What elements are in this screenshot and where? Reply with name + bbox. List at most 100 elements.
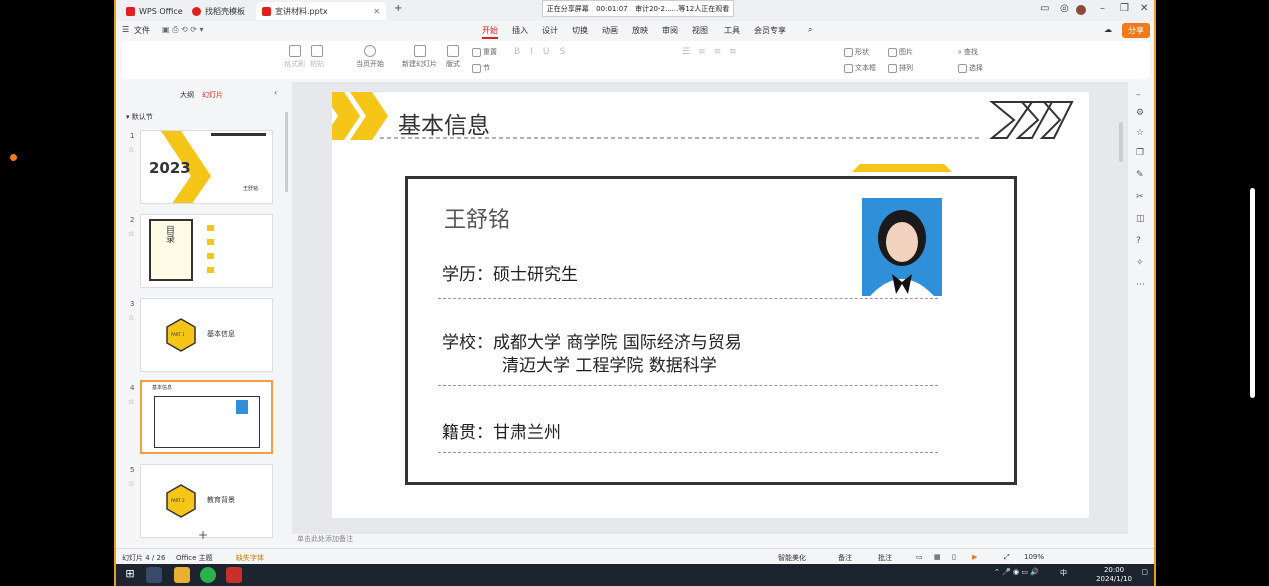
panel-scrollbar[interactable] [285,112,288,192]
notes-area[interactable]: 单击此处添加备注 [292,534,1130,548]
align-right-icon[interactable]: ≡ [729,47,743,57]
menu-item-design[interactable]: 设计 [542,25,558,36]
italic-icon[interactable]: I [530,47,541,57]
paste-button[interactable]: 粘贴 [310,45,324,69]
format-painter-icon [288,45,301,57]
quick-access-icons[interactable]: ▣ ⎙ ⟲ ⟳ ▾ [162,25,204,35]
layout-button[interactable]: 版式 [446,45,460,69]
from-current-button[interactable]: 当页开始 [356,45,384,69]
wechat-icon[interactable] [200,567,216,583]
slide-4-photo [236,400,248,414]
minimize-icon[interactable]: – [1100,3,1105,14]
menu-item-member[interactable]: 会员专享 [754,25,786,36]
app-icon[interactable] [146,567,162,583]
pin-icon[interactable]: ✧ [1136,258,1144,268]
properties-icon[interactable]: ⚙ [1136,108,1144,118]
tab-template[interactable]: 找稻壳模板 [186,2,251,20]
restore-icon[interactable]: ❐ [1120,3,1129,14]
minus-icon[interactable]: – [1136,90,1141,100]
menu-item-view[interactable]: 视图 [692,25,708,36]
slide-thumbnail-2[interactable]: 目录 [140,214,273,288]
canvas-scrollbar[interactable] [1119,122,1123,162]
reset-button[interactable]: 重置 [472,47,497,57]
notes-button[interactable]: 备注 [838,553,852,563]
section-header[interactable]: ▾ 默认节 [126,112,153,122]
menu-hamburger-icon[interactable]: ☰ [122,25,129,34]
comment-icon[interactable]: ☁ [1104,25,1112,34]
menu-item-home[interactable]: 开始 [482,25,498,39]
copy-icon[interactable]: ❐ [1136,148,1144,158]
more-icon[interactable]: ⋯ [1136,280,1145,290]
skin-icon[interactable]: ◎ [1060,3,1069,14]
textbox-button[interactable]: 文本框 [844,63,876,73]
bold-icon[interactable]: B [514,47,528,57]
missing-font[interactable]: 缺失字体 [236,553,264,563]
tab-wps-office[interactable]: WPS Office [120,2,189,20]
arrange-button[interactable]: 排列 [888,63,913,73]
tools-icon[interactable]: ✂ [1136,192,1144,202]
zoom-level[interactable]: 109% [1024,553,1044,561]
align-center-icon[interactable]: ≡ [714,47,728,57]
normal-view-icon[interactable]: ▭ [916,553,923,561]
star-icon[interactable]: ☆ [128,146,134,154]
slide-thumbnail-4[interactable]: 基本信息 [140,380,273,454]
fit-icon[interactable]: ⤢ [1004,553,1010,562]
reading-view-icon[interactable]: ▯ [952,553,956,561]
select-button[interactable]: 选择 [958,63,983,73]
beautify-button[interactable]: 智能美化 [778,553,806,563]
collapse-panel-icon[interactable]: ‹ [274,88,277,97]
sorter-view-icon[interactable]: ▦ [934,553,941,561]
current-slide[interactable]: 基本信息 王舒铭 学历：硕士研究生 学校：成都大学 商学院 国际经济与贸易 清迈… [332,92,1089,518]
windows-start-icon[interactable]: ⊞ [122,567,138,583]
menu-item-review[interactable]: 审阅 [662,25,678,36]
slide-thumbnail-1[interactable]: 2023 王舒铭 [140,130,273,204]
star-icon[interactable]: ☆ [128,314,134,322]
tab-slides[interactable]: 幻灯片 [202,90,223,100]
device-scrollbar[interactable] [1250,188,1255,398]
shape-button[interactable]: 形状 [844,47,869,57]
book-icon[interactable]: ◫ [1136,214,1145,224]
theme-name[interactable]: Office 主题 [176,553,213,563]
format-painter-button[interactable]: 格式刷 [284,45,305,69]
notification-icon[interactable]: ▢ [1141,568,1148,576]
menu-item-animation[interactable]: 动画 [602,25,618,36]
magic-icon[interactable]: ✎ [1136,170,1144,180]
search-icon[interactable]: ⌕ [808,25,812,35]
menu-item-insert[interactable]: 插入 [512,25,528,36]
star-icon[interactable]: ☆ [128,398,134,406]
underline-icon[interactable]: U [543,47,558,57]
layout-icon[interactable]: ▭ [1040,3,1049,14]
play-slideshow-icon[interactable]: ▶ [972,553,977,561]
menu-item-tools[interactable]: 工具 [724,25,740,36]
tab-outline[interactable]: 大纲 [180,90,194,100]
menu-item-slideshow[interactable]: 放映 [632,25,648,36]
avatar[interactable] [1076,5,1086,15]
strike-icon[interactable]: S [559,47,573,57]
new-slide-button[interactable]: 新建幻灯片 [402,45,437,69]
bullets-icon[interactable]: ☰ [682,47,696,57]
close-tab-icon[interactable]: ✕ [373,7,380,16]
section-button[interactable]: 节 [472,63,490,73]
new-tab-icon[interactable]: + [394,3,402,14]
ime-indicator[interactable]: 中 [1060,568,1067,578]
comment-button[interactable]: 批注 [878,553,892,563]
slide-thumbnail-3[interactable]: PART 1 基本信息 [140,298,273,372]
find-button[interactable]: ⌕ 查找 [958,47,978,57]
add-slide-button[interactable]: + [198,528,208,542]
picture-button[interactable]: 图片 [888,47,913,57]
align-left-icon[interactable]: ≡ [698,47,712,57]
share-button[interactable]: 分享 [1122,23,1150,38]
tray-icons[interactable]: ⌃ 🎤 ◉ ▭ 🔊 [994,568,1039,576]
help-icon[interactable]: ? [1136,236,1141,246]
star-icon[interactable]: ☆ [1136,128,1144,138]
clock[interactable]: 20:00 2024/1/10 [1096,566,1132,584]
menu-file[interactable]: 文件 [134,25,150,36]
tab-document[interactable]: 宣讲材料.pptx ✕ [256,2,386,20]
wps-taskbar-icon[interactable] [226,567,242,583]
close-window-icon[interactable]: ✕ [1140,3,1148,14]
slide-thumbnail-5[interactable]: PART 2 教育背景 [140,464,273,538]
star-icon[interactable]: ☆ [128,230,134,238]
folder-icon[interactable] [174,567,190,583]
star-icon[interactable]: ☆ [128,480,134,488]
menu-item-transition[interactable]: 切换 [572,25,588,36]
